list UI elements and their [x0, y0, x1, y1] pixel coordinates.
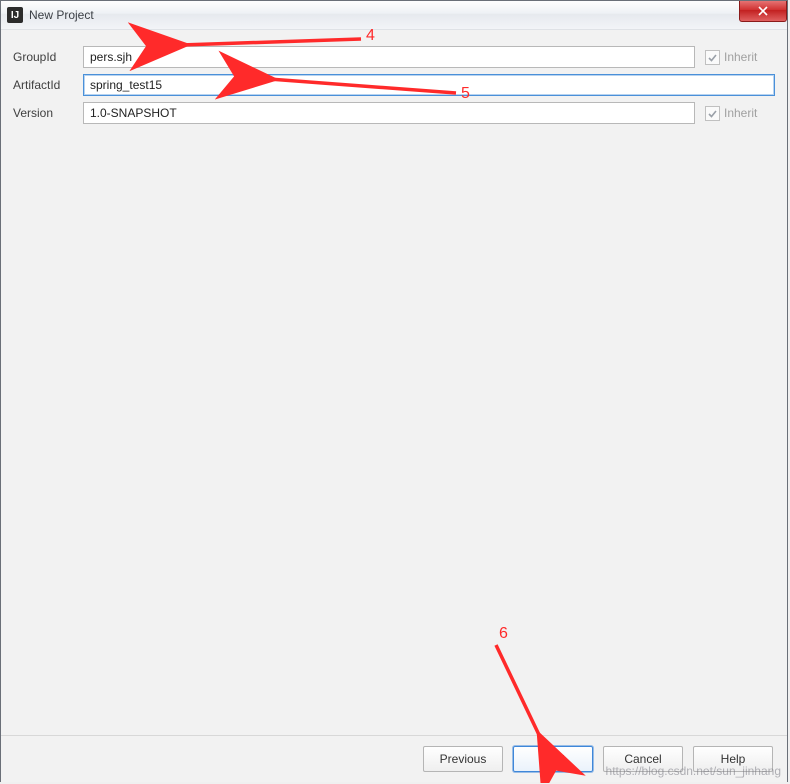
artifactid-label: ArtifactId	[13, 78, 83, 92]
groupid-row: GroupId Inherit	[13, 46, 775, 68]
groupid-inherit-wrap: Inherit	[705, 50, 775, 65]
version-inherit-wrap: Inherit	[705, 106, 775, 121]
content-area: GroupId Inherit ArtifactId Version	[1, 30, 787, 782]
version-row: Version Inherit	[13, 102, 775, 124]
check-icon	[707, 52, 718, 63]
version-inherit-checkbox	[705, 106, 720, 121]
new-project-window: IJ New Project GroupId Inherit	[0, 0, 788, 782]
close-icon	[757, 6, 769, 16]
cancel-button[interactable]: Cancel	[603, 746, 683, 772]
version-label: Version	[13, 106, 83, 120]
version-input[interactable]	[83, 102, 695, 124]
title-bar: IJ New Project	[1, 1, 787, 30]
close-button[interactable]	[739, 1, 787, 22]
previous-button[interactable]: Previous	[423, 746, 503, 772]
check-icon	[707, 108, 718, 119]
groupid-label: GroupId	[13, 50, 83, 64]
button-bar: Previous Next Cancel Help	[1, 735, 787, 782]
artifactid-row: ArtifactId	[13, 74, 775, 96]
next-button[interactable]: Next	[513, 746, 593, 772]
window-title: New Project	[29, 8, 94, 22]
groupid-input[interactable]	[83, 46, 695, 68]
help-button[interactable]: Help	[693, 746, 773, 772]
artifactid-input[interactable]	[83, 74, 775, 96]
version-inherit-label: Inherit	[724, 106, 757, 120]
groupid-inherit-label: Inherit	[724, 50, 757, 64]
intellij-icon: IJ	[7, 7, 23, 23]
groupid-inherit-checkbox	[705, 50, 720, 65]
